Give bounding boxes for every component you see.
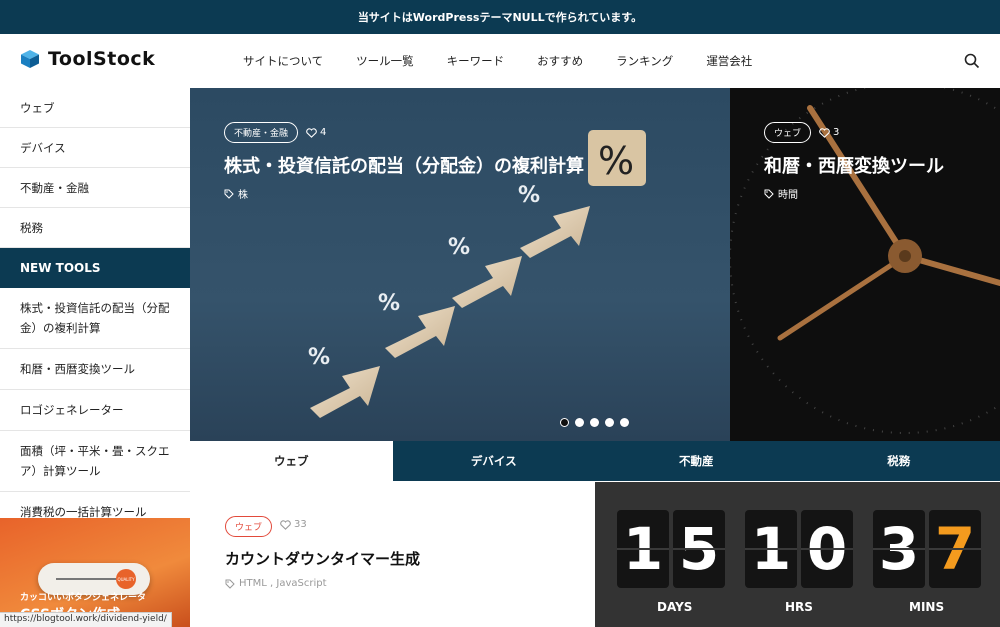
hero-side-title[interactable]: 和暦・西暦変換ツール (764, 152, 944, 178)
card-likes-count: 33 (294, 519, 307, 530)
sidebar-tool-era-converter[interactable]: 和暦・西暦変換ツール (0, 349, 190, 390)
sidebar-tool-logo-generator[interactable]: ロゴジェネレーター (0, 390, 190, 431)
heart-icon (819, 127, 830, 138)
heart-icon (306, 127, 317, 138)
card-thumbnail-countdown[interactable]: 1 5 1 0 3 7 DAYS HRS MINS (595, 482, 1000, 627)
card-title[interactable]: カウントダウンタイマー生成 (225, 548, 420, 569)
slider-dots (560, 418, 629, 427)
nav-recommended[interactable]: おすすめ (537, 53, 583, 69)
timer-label-mins: MINS (909, 600, 945, 614)
promo-knob: QUALITY (116, 569, 136, 589)
hero-side-category-badge[interactable]: ウェブ (764, 122, 812, 143)
svg-text:%: % (308, 345, 330, 370)
svg-text:%: % (378, 291, 400, 316)
nav-tool-list[interactable]: ツール一覧 (356, 53, 414, 69)
tag-icon (764, 189, 774, 199)
hero-side-tag-label: 時間 (778, 190, 798, 201)
hero-slide-side[interactable]: ウェブ 3 和暦・西暦変換ツール 時間 (730, 88, 1000, 441)
hero-slide-main[interactable]: % % % % % 不動産・金融 4 株式・投資信託の配当（分配金）の複利計算 … (190, 88, 730, 441)
timer-label-hrs: HRS (785, 600, 813, 614)
hero-side-tag[interactable]: 時間 (764, 186, 798, 201)
timer-label-days: DAYS (657, 600, 693, 614)
slider-dot-4[interactable] (605, 418, 614, 427)
card-likes[interactable]: 33 (280, 519, 307, 530)
flip-digit: 3 (873, 510, 925, 588)
nav-company[interactable]: 運営会社 (706, 53, 752, 69)
sidebar-item-realestate-finance[interactable]: 不動産・金融 (0, 168, 190, 208)
hero-side-likes[interactable]: 3 (819, 127, 839, 138)
sidebar-item-device[interactable]: デバイス (0, 128, 190, 168)
main-nav: サイトについて ツール一覧 キーワード おすすめ ランキング 運営会社 (243, 34, 785, 88)
slider-dot-3[interactable] (590, 418, 599, 427)
heart-icon (280, 519, 291, 530)
slider-dot-1[interactable] (560, 418, 569, 427)
article-card[interactable]: ウェブ 33 カウントダウンタイマー生成 HTML , JavaScript (190, 482, 595, 627)
tab-web[interactable]: ウェブ (190, 441, 393, 481)
site-header: ToolStock サイトについて ツール一覧 キーワード おすすめ ランキング… (0, 34, 1000, 88)
tab-realestate[interactable]: 不動産 (595, 441, 798, 481)
site-logo[interactable]: ToolStock (20, 48, 155, 70)
hero-main-meta: 不動産・金融 4 (224, 122, 326, 143)
nav-about[interactable]: サイトについて (243, 53, 323, 69)
flip-digit: 0 (801, 510, 853, 588)
sidebar-tool-dividend[interactable]: 株式・投資信託の配当（分配金）の複利計算 (0, 288, 190, 349)
flip-digit: 5 (673, 510, 725, 588)
sidebar-item-tax[interactable]: 税務 (0, 208, 190, 248)
tab-tax[interactable]: 税務 (797, 441, 1000, 481)
hero-main-likes[interactable]: 4 (306, 127, 326, 138)
sidebar-tool-area-calc[interactable]: 面積（坪・平米・畳・スクエア）計算ツール (0, 431, 190, 492)
logo-text: ToolStock (48, 48, 156, 70)
svg-text:%: % (448, 235, 470, 260)
card-category-badge[interactable]: ウェブ (225, 516, 273, 537)
search-icon[interactable] (964, 53, 980, 69)
card-tags-label: HTML , JavaScript (239, 578, 327, 589)
svg-text:%: % (598, 139, 634, 183)
hero-side-likes-count: 3 (833, 127, 840, 138)
hero-main-likes-count: 4 (320, 127, 327, 138)
sidebar: ウェブ デバイス 不動産・金融 税務 NEW TOOLS 株式・投資信託の配当（… (0, 88, 190, 627)
slider-dot-2[interactable] (575, 418, 584, 427)
promo-subtitle: カッコいいボタンジェネレータ (20, 593, 147, 603)
hero-side-meta: ウェブ 3 (764, 122, 839, 143)
tag-icon (224, 189, 234, 199)
announcement-text: 当サイトはWordPressテーマNULLで作られています。 (357, 11, 643, 24)
category-tabs: ウェブ デバイス 不動産 税務 (190, 441, 1000, 481)
tab-device[interactable]: デバイス (392, 441, 595, 481)
sidebar-promo-banner[interactable]: QUALITY カッコいいボタンジェネレータ CSSボタン作成 (0, 518, 190, 627)
hero-main-title[interactable]: 株式・投資信託の配当（分配金）の複利計算 (224, 152, 584, 178)
status-bar-url: https://blogtool.work/dividend-yield/ (0, 612, 172, 627)
flip-digit: 7 (929, 510, 981, 588)
nav-ranking[interactable]: ランキング (616, 53, 673, 69)
svg-text:%: % (518, 183, 540, 208)
nav-keywords[interactable]: キーワード (447, 53, 505, 69)
flip-digit: 1 (617, 510, 669, 588)
flip-digit: 1 (745, 510, 797, 588)
hero-main-category-badge[interactable]: 不動産・金融 (224, 122, 299, 143)
tag-icon (225, 579, 235, 589)
sidebar-item-web[interactable]: ウェブ (0, 88, 190, 128)
announcement-bar: 当サイトはWordPressテーマNULLで作られています。 (0, 0, 1000, 34)
card-tags[interactable]: HTML , JavaScript (225, 578, 327, 589)
cube-logo-icon (21, 50, 39, 68)
slider-dot-5[interactable] (620, 418, 629, 427)
hero-main-tag[interactable]: 株 (224, 186, 248, 201)
hero-main-tag-label: 株 (238, 190, 248, 201)
new-tools-heading: NEW TOOLS (0, 248, 190, 288)
